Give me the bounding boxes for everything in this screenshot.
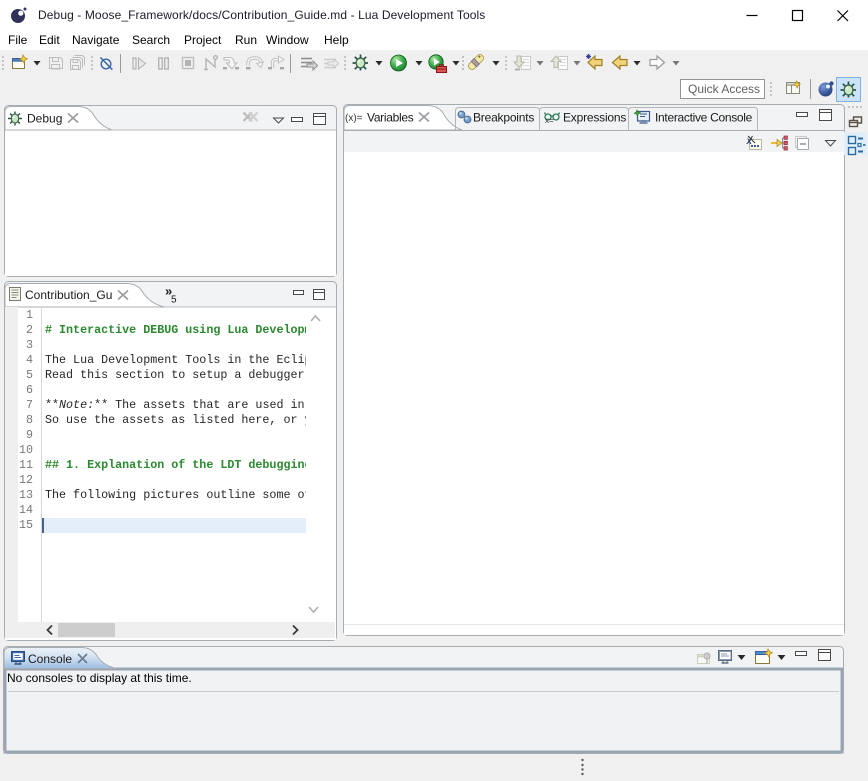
svg-text:Contribution_Gu: Contribution_Gu [25, 288, 112, 302]
svg-text:Debug: Debug [27, 112, 62, 126]
svg-text:5: 5 [171, 295, 177, 306]
svg-text:Breakpoints: Breakpoints [473, 111, 534, 125]
svg-text:Interactive Console: Interactive Console [655, 111, 753, 125]
svg-text:Expressions: Expressions [563, 111, 626, 125]
svg-text:(x)=: (x)= [345, 113, 363, 124]
svg-text:x=: x= [545, 116, 554, 125]
svg-text:Variables: Variables [367, 111, 414, 125]
svg-text:Console: Console [28, 652, 72, 666]
